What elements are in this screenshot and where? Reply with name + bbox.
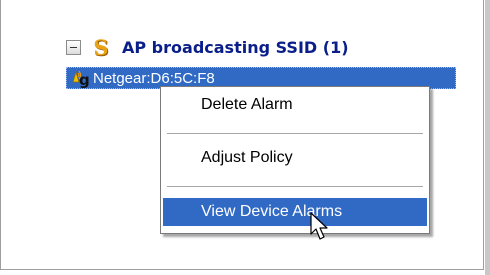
menu-separator bbox=[167, 186, 423, 188]
tree-group-row[interactable]: S AP broadcasting SSID (1) bbox=[66, 34, 349, 60]
wireless-ap-g-icon: g bbox=[69, 68, 91, 88]
mouse-pointer-icon bbox=[310, 212, 328, 240]
menu-item-view-device-alarms[interactable]: View Device Alarms bbox=[163, 198, 427, 226]
menu-item-adjust-policy[interactable]: Adjust Policy bbox=[163, 144, 427, 172]
menu-separator bbox=[167, 133, 423, 135]
menu-item-delete-alarm[interactable]: Delete Alarm bbox=[163, 91, 427, 119]
context-menu: Delete Alarm Adjust Policy View Device A… bbox=[160, 86, 430, 234]
collapse-icon[interactable] bbox=[66, 39, 81, 55]
device-label[interactable]: Netgear:D6:5C:F8 bbox=[93, 70, 215, 87]
panel-edge bbox=[485, 0, 490, 275]
group-title[interactable]: AP broadcasting SSID (1) bbox=[122, 38, 349, 57]
s-shape-icon: S bbox=[93, 34, 109, 60]
